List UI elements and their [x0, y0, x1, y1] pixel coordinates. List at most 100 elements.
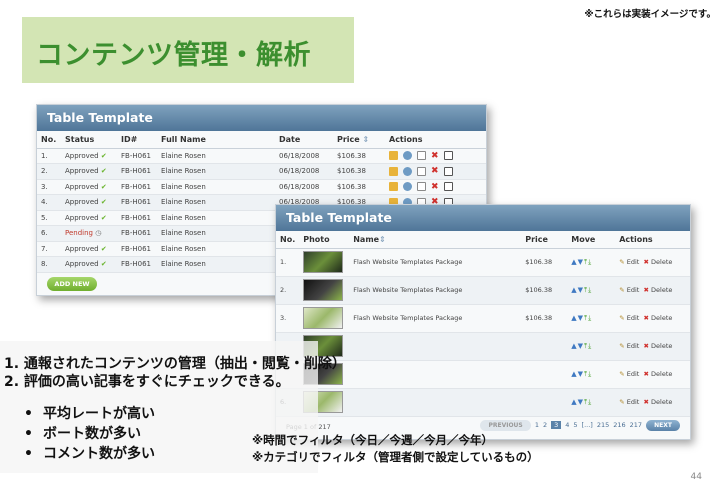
- col-header[interactable]: Actions: [615, 231, 690, 249]
- col-header-name[interactable]: Name⇕: [349, 231, 522, 249]
- delete-icon[interactable]: ✖: [431, 151, 439, 161]
- edit-link[interactable]: Edit: [627, 258, 640, 266]
- page-number-link[interactable]: 1: [535, 421, 539, 429]
- sort-icon[interactable]: ⇕: [363, 135, 370, 144]
- move-cell: ▲▼⤒⤓: [567, 332, 616, 361]
- page-number-link[interactable]: 2: [543, 421, 547, 429]
- check-icon: ✔: [100, 182, 107, 191]
- delete-icon[interactable]: ✖: [644, 286, 649, 294]
- table-header-row: No. Status ID# Full Name Date Price ⇕ Ac…: [37, 131, 486, 149]
- edit-icon[interactable]: ✎: [619, 258, 624, 266]
- table-row[interactable]: 2. Flash Website Templates Package $106.38…: [276, 276, 690, 305]
- col-header[interactable]: No.: [276, 231, 300, 249]
- edit-link[interactable]: Edit: [627, 342, 640, 350]
- edit-link[interactable]: Edit: [627, 398, 640, 406]
- page-number: 44: [690, 472, 702, 482]
- move-bottom-icon[interactable]: ⤓: [588, 370, 592, 378]
- thumbnail-image[interactable]: [303, 279, 344, 301]
- delete-icon[interactable]: ✖: [644, 314, 649, 322]
- page-number-link[interactable]: 217: [630, 421, 642, 429]
- delete-icon[interactable]: ✖: [644, 398, 649, 406]
- delete-icon[interactable]: ✖: [431, 166, 439, 176]
- status-cell: Approved ✔: [61, 210, 117, 226]
- filter-note: ※カテゴリでフィルタ（管理者側で設定しているもの）: [252, 450, 539, 464]
- page-number-link[interactable]: 5: [573, 421, 577, 429]
- edit-icon[interactable]: ✎: [619, 342, 624, 350]
- add-new-button[interactable]: ADD NEW: [47, 277, 97, 291]
- table-row[interactable]: 6.▲▼⤒⤓✎ Edit ✖ Delete: [276, 388, 690, 417]
- col-header[interactable]: ID#: [117, 131, 157, 149]
- edit-icon[interactable]: ✎: [619, 286, 624, 294]
- col-header[interactable]: Actions: [385, 131, 486, 149]
- move-bottom-icon[interactable]: ⤓: [588, 258, 592, 266]
- page-number-link[interactable]: 4: [565, 421, 569, 429]
- table-row[interactable]: 1. Flash Website Templates Package $106.38…: [276, 248, 690, 277]
- col-header-price[interactable]: Price ⇕: [333, 131, 385, 149]
- id-cell: FB-H061: [117, 179, 157, 195]
- col-header[interactable]: Status: [61, 131, 117, 149]
- next-button[interactable]: NEXT: [646, 420, 680, 431]
- user-icon[interactable]: [403, 151, 412, 161]
- col-header[interactable]: Price: [521, 231, 568, 249]
- checkbox[interactable]: [443, 182, 453, 192]
- move-bottom-icon[interactable]: ⤓: [588, 342, 592, 350]
- thumbnail-image[interactable]: [303, 251, 344, 273]
- check-icon: ✔: [100, 244, 107, 253]
- edit-link[interactable]: Edit: [627, 286, 640, 294]
- table-row[interactable]: 1. Approved ✔ FB-H061 Elaine Rosen 06/18/200…: [37, 148, 486, 164]
- move-bottom-icon[interactable]: ⤓: [588, 286, 592, 294]
- checkbox[interactable]: [443, 151, 453, 161]
- table-row[interactable]: 2. Approved ✔ FB-H061 Elaine Rosen 06/18/200…: [37, 163, 486, 180]
- page-number-link[interactable]: [...]: [582, 421, 593, 429]
- delete-link[interactable]: Delete: [651, 286, 672, 294]
- name-cell: Elaine Rosen: [157, 241, 275, 257]
- user-icon[interactable]: [403, 182, 412, 192]
- price-cell: $106.38: [521, 304, 568, 333]
- price-cell: [521, 388, 568, 417]
- delete-link[interactable]: Delete: [651, 370, 672, 378]
- col-header[interactable]: Photo: [299, 231, 350, 249]
- delete-link[interactable]: Delete: [651, 314, 672, 322]
- bullet-item: コメント数が多い: [24, 444, 155, 464]
- delete-icon[interactable]: ✖: [431, 182, 439, 192]
- delete-link[interactable]: Delete: [651, 258, 672, 266]
- col-header[interactable]: No.: [37, 131, 61, 149]
- move-bottom-icon[interactable]: ⤓: [588, 314, 592, 322]
- bullet-item: ボート数が多い: [24, 424, 155, 444]
- table-row[interactable]: 3. Approved ✔ FB-H061 Elaine Rosen 06/18/200…: [37, 179, 486, 195]
- sort-icon[interactable]: ⇕: [379, 235, 386, 244]
- delete-icon[interactable]: ✖: [644, 370, 649, 378]
- delete-icon[interactable]: ✖: [644, 258, 649, 266]
- edit-link[interactable]: Edit: [627, 370, 640, 378]
- mail-icon[interactable]: [417, 182, 426, 192]
- page-number-link[interactable]: 215: [597, 421, 609, 429]
- folder-icon[interactable]: [389, 166, 398, 176]
- edit-icon[interactable]: ✎: [619, 314, 624, 322]
- previous-button[interactable]: PREVIOUS: [480, 420, 531, 431]
- actions-cell: ✎ Edit ✖ Delete: [615, 332, 690, 361]
- checkbox[interactable]: [443, 166, 453, 176]
- col-header[interactable]: Date: [275, 131, 333, 149]
- table-row[interactable]: 3. Flash Website Templates Package $106.38…: [276, 304, 690, 333]
- table-title: Table Template: [276, 205, 690, 231]
- delete-link[interactable]: Delete: [651, 342, 672, 350]
- user-icon[interactable]: [403, 166, 412, 176]
- mail-icon[interactable]: [417, 166, 426, 176]
- filter-notes: ※時間でフィルタ（今日／今週／今月／今年） ※カテゴリでフィルタ（管理者側で設定…: [252, 432, 539, 466]
- col-header[interactable]: Full Name: [157, 131, 275, 149]
- edit-link[interactable]: Edit: [627, 314, 640, 322]
- move-bottom-icon[interactable]: ⤓: [588, 398, 592, 406]
- page-number-link[interactable]: 3: [551, 421, 562, 429]
- edit-icon[interactable]: ✎: [619, 398, 624, 406]
- delete-link[interactable]: Delete: [651, 398, 672, 406]
- col-header[interactable]: Move: [567, 231, 616, 249]
- page-number-link[interactable]: 216: [613, 421, 625, 429]
- folder-icon[interactable]: [389, 182, 398, 192]
- folder-icon[interactable]: [389, 151, 398, 161]
- thumbnail-image[interactable]: [303, 307, 344, 329]
- edit-icon[interactable]: ✎: [619, 370, 624, 378]
- mail-icon[interactable]: [417, 151, 426, 161]
- delete-icon[interactable]: ✖: [644, 342, 649, 350]
- bullet-list: 平均レートが高い ボート数が多い コメント数が多い: [24, 404, 155, 464]
- actions-cell: ✎ Edit ✖ Delete: [615, 388, 690, 417]
